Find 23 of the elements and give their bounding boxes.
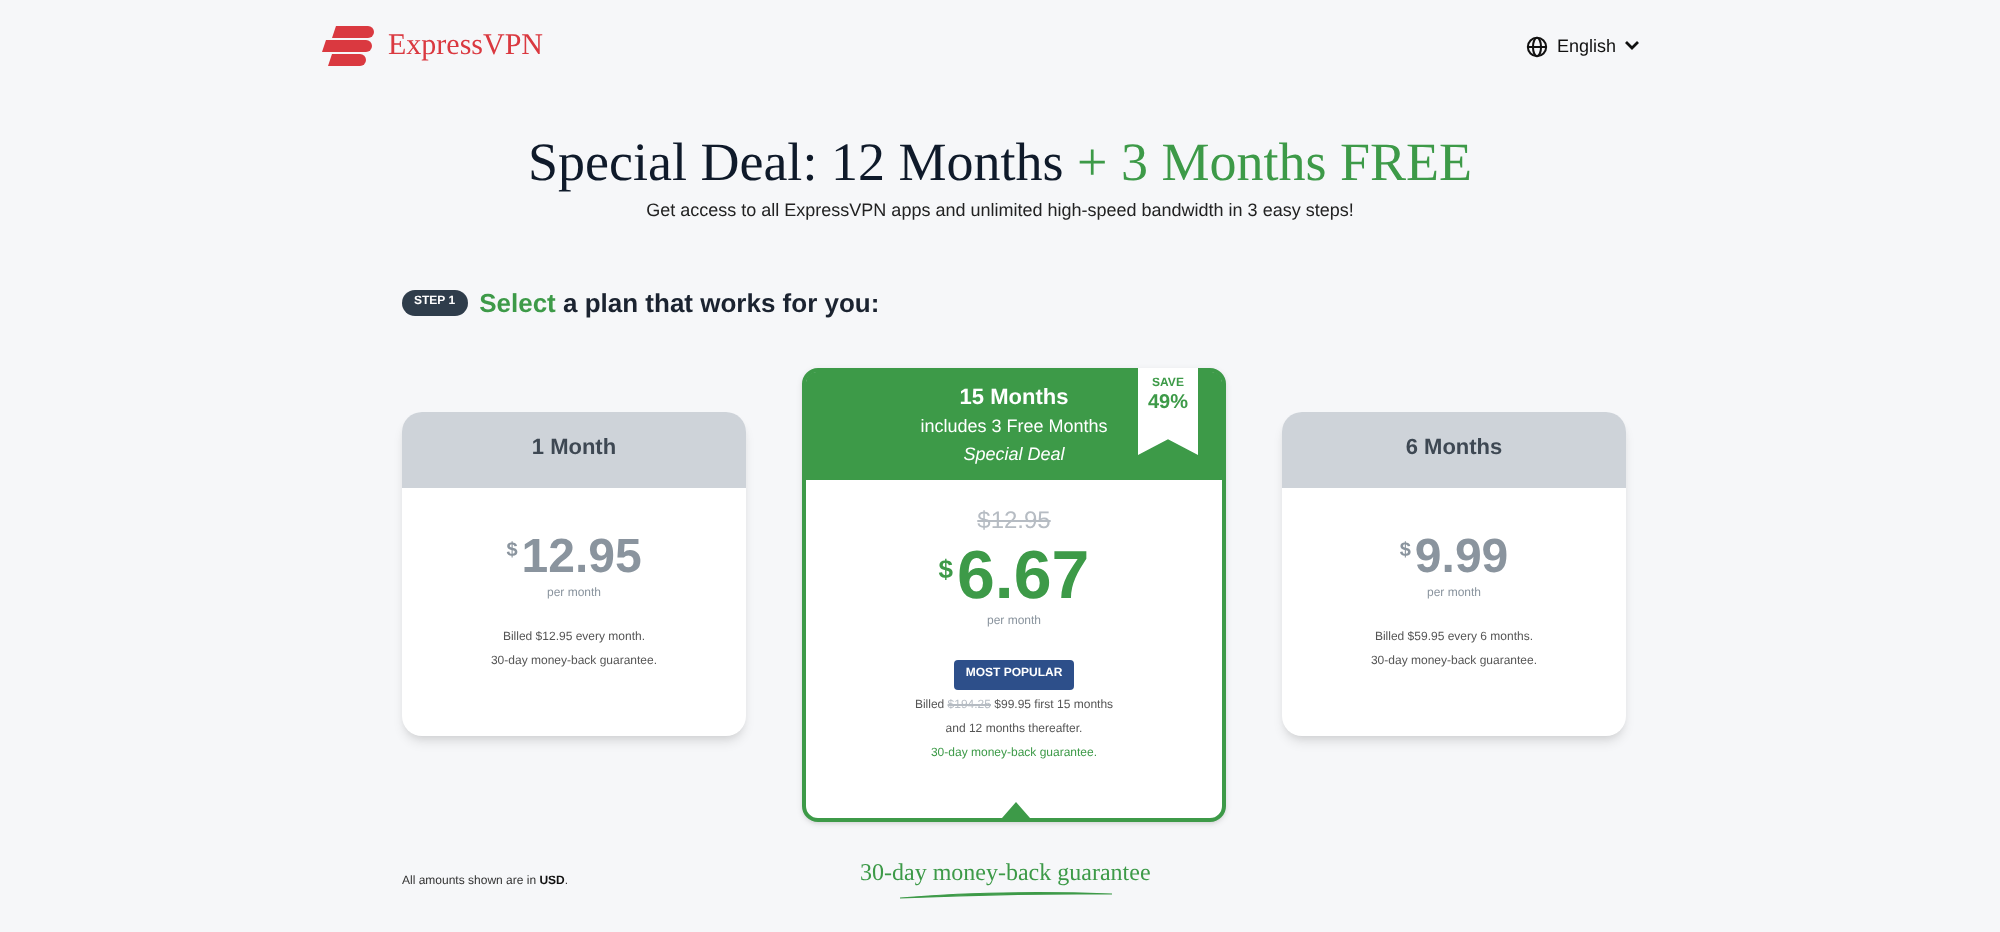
step-heading: Select a plan that works for you: <box>479 286 880 322</box>
currency-symbol: $ <box>938 551 954 587</box>
price: 6.67 <box>957 537 1090 613</box>
plan-subtitle: includes 3 Free Months <box>920 414 1108 441</box>
plan-title: 1 Month <box>531 434 617 465</box>
chevron-down-icon <box>1624 40 1640 53</box>
old-price: $12.95 <box>977 503 1051 537</box>
save-percent: 49% <box>1147 391 1188 415</box>
subtitle: Get access to all ExpressVPN apps and unlimited high-speed bandwidth in 3 easy steps! <box>644 197 1356 224</box>
plan-title: 15 Months <box>959 383 1069 414</box>
guarantee-heading: 30-day money-back guarantee <box>860 855 1151 889</box>
page-heading: Special Deal: 12 Months + 3 Months FREE <box>526 129 1474 193</box>
pointer-icon <box>1002 801 1030 817</box>
price: 12.95 <box>521 529 642 585</box>
currency-symbol: $ <box>1399 537 1411 565</box>
plan-title: 6 Months <box>1405 434 1503 465</box>
plan-deal: Special Deal <box>963 441 1065 468</box>
language-selector[interactable]: English <box>1526 33 1640 60</box>
globe-icon <box>1526 35 1549 58</box>
logo-icon <box>320 24 376 69</box>
price: 9.99 <box>1414 529 1509 585</box>
currency-symbol: $ <box>506 537 518 565</box>
brand-name[interactable]: ExpressVPN <box>388 24 543 69</box>
